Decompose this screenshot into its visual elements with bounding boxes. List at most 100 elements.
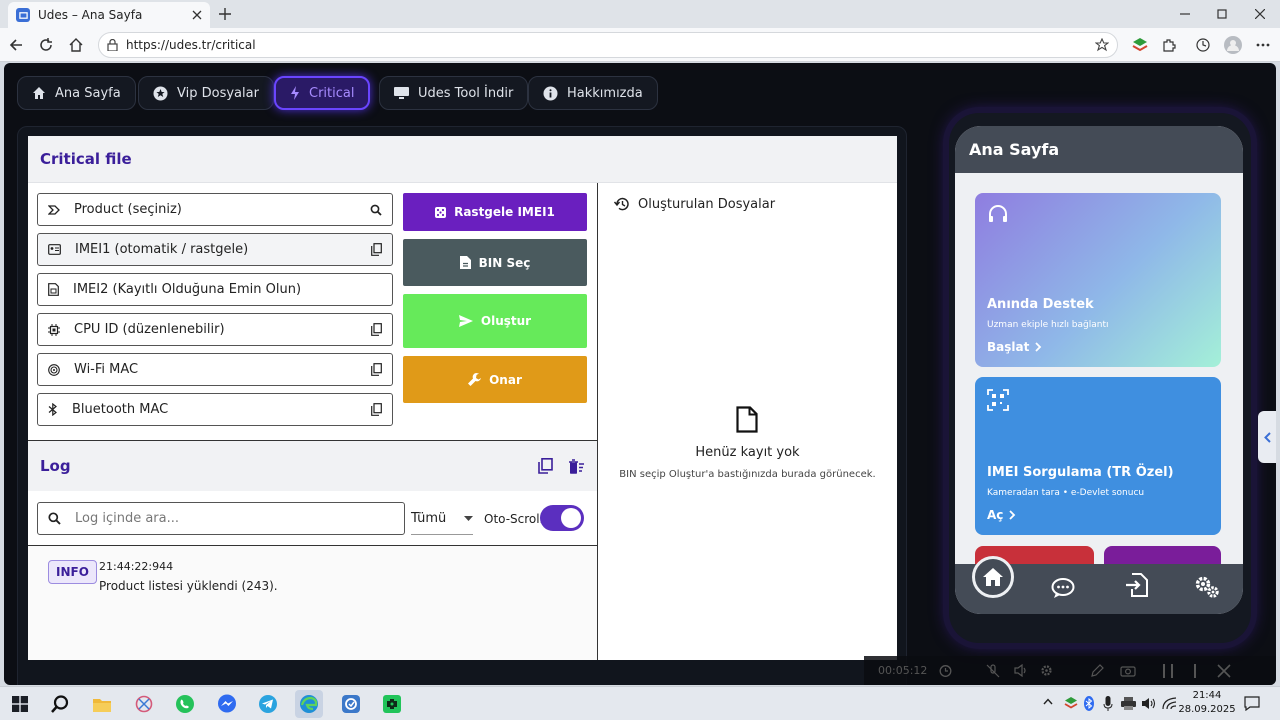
log-level-filter[interactable]: Tümü xyxy=(411,502,473,535)
clock-date: 28.09.2025 xyxy=(1178,704,1236,715)
snipping-tool-icon[interactable] xyxy=(130,690,158,718)
more-menu-icon[interactable] xyxy=(1252,34,1274,56)
os-taskbar: 21:44 28.09.2025 xyxy=(0,686,1280,720)
pause-icon[interactable] xyxy=(1162,663,1174,678)
nav-about[interactable]: Hakkımızda xyxy=(528,76,658,110)
copy-icon[interactable] xyxy=(371,363,382,376)
settings-gears-icon[interactable] xyxy=(1193,575,1221,599)
tray-mic-icon[interactable] xyxy=(1103,696,1113,711)
camera-icon[interactable] xyxy=(1120,665,1137,677)
chat-icon[interactable] xyxy=(1051,577,1075,599)
log-search-input[interactable]: Log içinde ara... xyxy=(37,502,405,535)
tray-volume-icon[interactable] xyxy=(1141,697,1156,710)
puzzle-extensions-icon[interactable] xyxy=(1158,34,1180,56)
imei2-field[interactable]: IMEI2 (Kayıtlı Olduğuna Emin Olun) xyxy=(37,273,393,306)
bluetooth-mac-field[interactable]: Bluetooth MAC xyxy=(37,393,393,426)
filter-value: Tümü xyxy=(411,510,447,526)
chevron-left-icon xyxy=(1263,431,1271,443)
tray-network-icon[interactable] xyxy=(1162,697,1177,710)
side-drawer-tab[interactable] xyxy=(1258,411,1276,463)
notification-icon[interactable] xyxy=(1244,696,1260,711)
search-icon[interactable] xyxy=(370,204,382,216)
history-icon xyxy=(614,196,630,212)
nav-vip-files[interactable]: Vip Dosyalar xyxy=(138,76,274,110)
log-message: Product listesi yüklendi (243). xyxy=(99,579,278,593)
mic-muted-icon[interactable] xyxy=(986,663,1000,678)
clock[interactable]: 21:44 28.09.2025 xyxy=(1178,689,1236,717)
phone-home-button[interactable] xyxy=(972,556,1014,598)
card-action[interactable]: Aç xyxy=(987,508,1016,522)
site-favicon-icon xyxy=(16,8,30,22)
browser-tab[interactable]: Udes – Ana Sayfa xyxy=(8,2,210,28)
nav-label: Vip Dosyalar xyxy=(177,85,259,101)
files-title: Oluşturulan Dosyalar xyxy=(638,196,776,212)
random-imei-button[interactable]: Rastgele IMEI1 xyxy=(403,193,587,231)
tray-chevron-up-icon[interactable] xyxy=(1043,698,1053,705)
game-app-icon[interactable] xyxy=(378,690,406,718)
copy-icon[interactable] xyxy=(371,403,382,416)
address-bar[interactable]: https://udes.tr/critical xyxy=(98,32,1118,58)
cpu-id-field[interactable]: CPU ID (düzenlenebilir) xyxy=(37,313,393,346)
files-header: Oluşturulan Dosyalar xyxy=(614,196,775,212)
maximize-button[interactable] xyxy=(1207,3,1237,25)
speaker-icon[interactable] xyxy=(1014,664,1028,677)
copy-icon[interactable] xyxy=(371,323,382,336)
button-label: Oluştur xyxy=(480,314,532,328)
nav-home[interactable]: Ana Sayfa xyxy=(17,76,136,110)
card-action[interactable]: Başlat xyxy=(987,340,1042,354)
close-icon[interactable] xyxy=(1217,663,1231,678)
gear-icon[interactable] xyxy=(1040,664,1053,677)
product-select[interactable]: Product (seçiniz) xyxy=(37,193,393,226)
tab-title: Udes – Ana Sayfa xyxy=(38,8,143,22)
favorite-star-icon[interactable] xyxy=(1095,38,1109,52)
home-button[interactable] xyxy=(65,34,87,56)
log-time: 21:44:22:944 xyxy=(99,560,174,573)
whatsapp-icon[interactable] xyxy=(171,690,199,718)
repair-button[interactable]: Onar xyxy=(403,356,587,403)
button-label: Rastgele IMEI1 xyxy=(454,205,555,219)
extension-icon[interactable] xyxy=(1129,34,1151,56)
qr-scan-icon xyxy=(987,389,1209,411)
create-button[interactable]: Oluştur xyxy=(403,294,587,348)
profile-avatar-icon[interactable] xyxy=(1222,34,1244,56)
stop-icon[interactable] xyxy=(1194,663,1197,678)
button-label: Onar xyxy=(489,372,522,387)
wifi-mac-field[interactable]: Wi-Fi MAC xyxy=(37,353,393,386)
card-action-label: Başlat xyxy=(987,340,1030,354)
bin-select-button[interactable]: BIN Seç xyxy=(403,239,587,286)
auto-scroll-toggle[interactable] xyxy=(540,505,584,531)
copy-icon[interactable] xyxy=(371,243,382,256)
edge-browser-icon[interactable] xyxy=(295,690,323,718)
close-window-button[interactable] xyxy=(1245,3,1275,25)
tray-bluetooth-icon[interactable] xyxy=(1084,696,1094,711)
pen-icon[interactable] xyxy=(1091,664,1105,677)
back-button[interactable] xyxy=(5,34,27,56)
history-icon[interactable] xyxy=(1192,34,1214,56)
messenger-icon[interactable] xyxy=(213,690,241,718)
tray-extension-icon[interactable] xyxy=(1064,696,1078,710)
file-import-icon[interactable] xyxy=(1126,573,1148,597)
url-text: https://udes.tr/critical xyxy=(126,38,256,52)
support-card[interactable]: Anında Destek Uzman ekiple hızlı bağlant… xyxy=(975,193,1221,367)
imei1-field[interactable]: IMEI1 (otomatik / rastgele) xyxy=(37,233,393,266)
nav-tool-download[interactable]: Udes Tool İndir xyxy=(379,76,529,110)
search-icon[interactable] xyxy=(46,690,74,718)
recorder-app-icon[interactable] xyxy=(337,690,365,718)
field-label: Wi-Fi MAC xyxy=(74,362,139,377)
home-icon xyxy=(32,86,46,100)
phone-screen: Ana Sayfa Anında Destek Uzman ekiple hız… xyxy=(955,126,1243,614)
reload-button[interactable] xyxy=(35,34,57,56)
close-tab-icon[interactable] xyxy=(192,10,202,20)
clear-log-icon[interactable] xyxy=(567,458,585,474)
copy-log-icon[interactable] xyxy=(538,458,553,474)
imei-query-card[interactable]: IMEI Sorgulama (TR Özel) Kameradan tara … xyxy=(975,377,1221,535)
empty-file-icon xyxy=(736,406,758,433)
telegram-icon[interactable] xyxy=(254,690,282,718)
tray-printer-icon[interactable] xyxy=(1121,697,1136,710)
file-explorer-icon[interactable] xyxy=(88,690,116,718)
new-tab-button[interactable] xyxy=(214,3,236,25)
minimize-button[interactable] xyxy=(1170,3,1200,25)
nav-critical[interactable]: Critical xyxy=(274,76,371,110)
timer-icon[interactable] xyxy=(939,664,952,677)
start-button[interactable] xyxy=(6,690,34,718)
